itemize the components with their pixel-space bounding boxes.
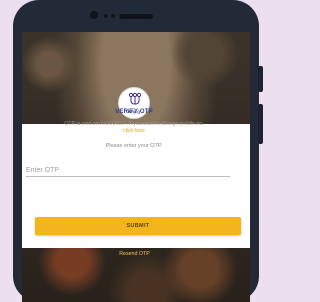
earpiece-speaker xyxy=(119,14,153,19)
otp-info-text: OTP is sent on XXXXX017. If you want to … xyxy=(64,121,204,127)
enter-otp-prompt: Please enter your OTP. xyxy=(105,143,163,149)
resend-otp-link[interactable]: Resend OTP xyxy=(0,251,269,257)
submit-button[interactable]: SUBMIT xyxy=(35,217,241,235)
volume-button xyxy=(258,66,263,92)
front-camera xyxy=(90,11,98,19)
otp-sent-info: OTP is sent on XXXXX017. If you want to … xyxy=(26,121,242,134)
logo-icon xyxy=(128,92,142,105)
sensor-dot xyxy=(111,14,115,18)
verify-otp-title: VERIFY OTP xyxy=(115,109,153,115)
change-number-link[interactable]: click here xyxy=(123,128,145,134)
sensor-dot xyxy=(104,14,108,18)
power-button xyxy=(258,104,263,144)
otp-input[interactable] xyxy=(26,164,230,177)
